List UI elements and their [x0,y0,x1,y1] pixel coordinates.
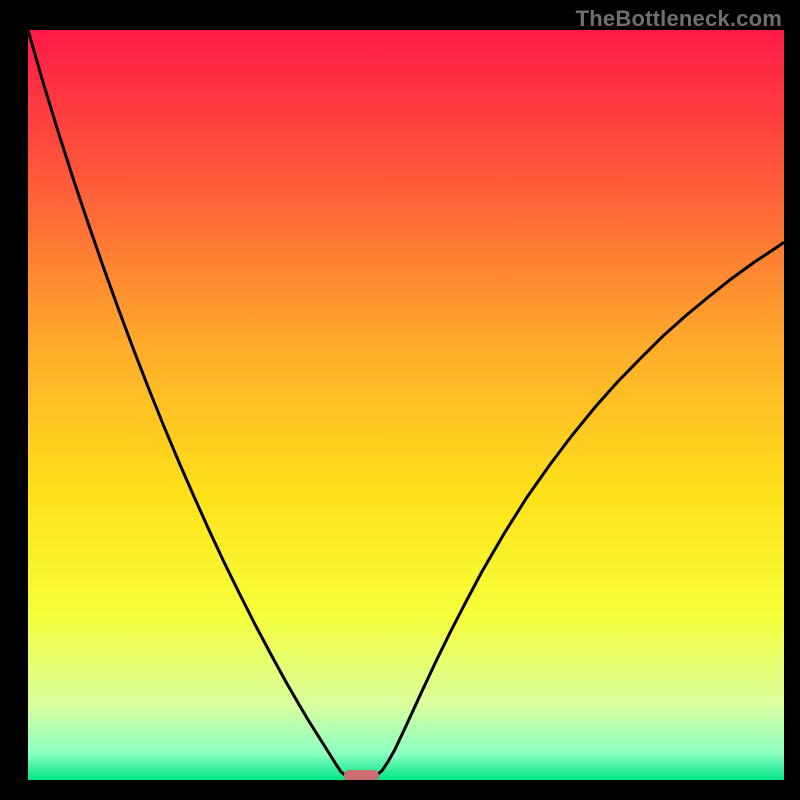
bottleneck-curve-chart [28,30,784,780]
gradient-background [28,30,784,780]
optimal-range-bar [344,770,379,780]
watermark-text: TheBottleneck.com [576,6,782,32]
plot-area [28,30,784,780]
chart-frame: TheBottleneck.com [0,0,800,800]
